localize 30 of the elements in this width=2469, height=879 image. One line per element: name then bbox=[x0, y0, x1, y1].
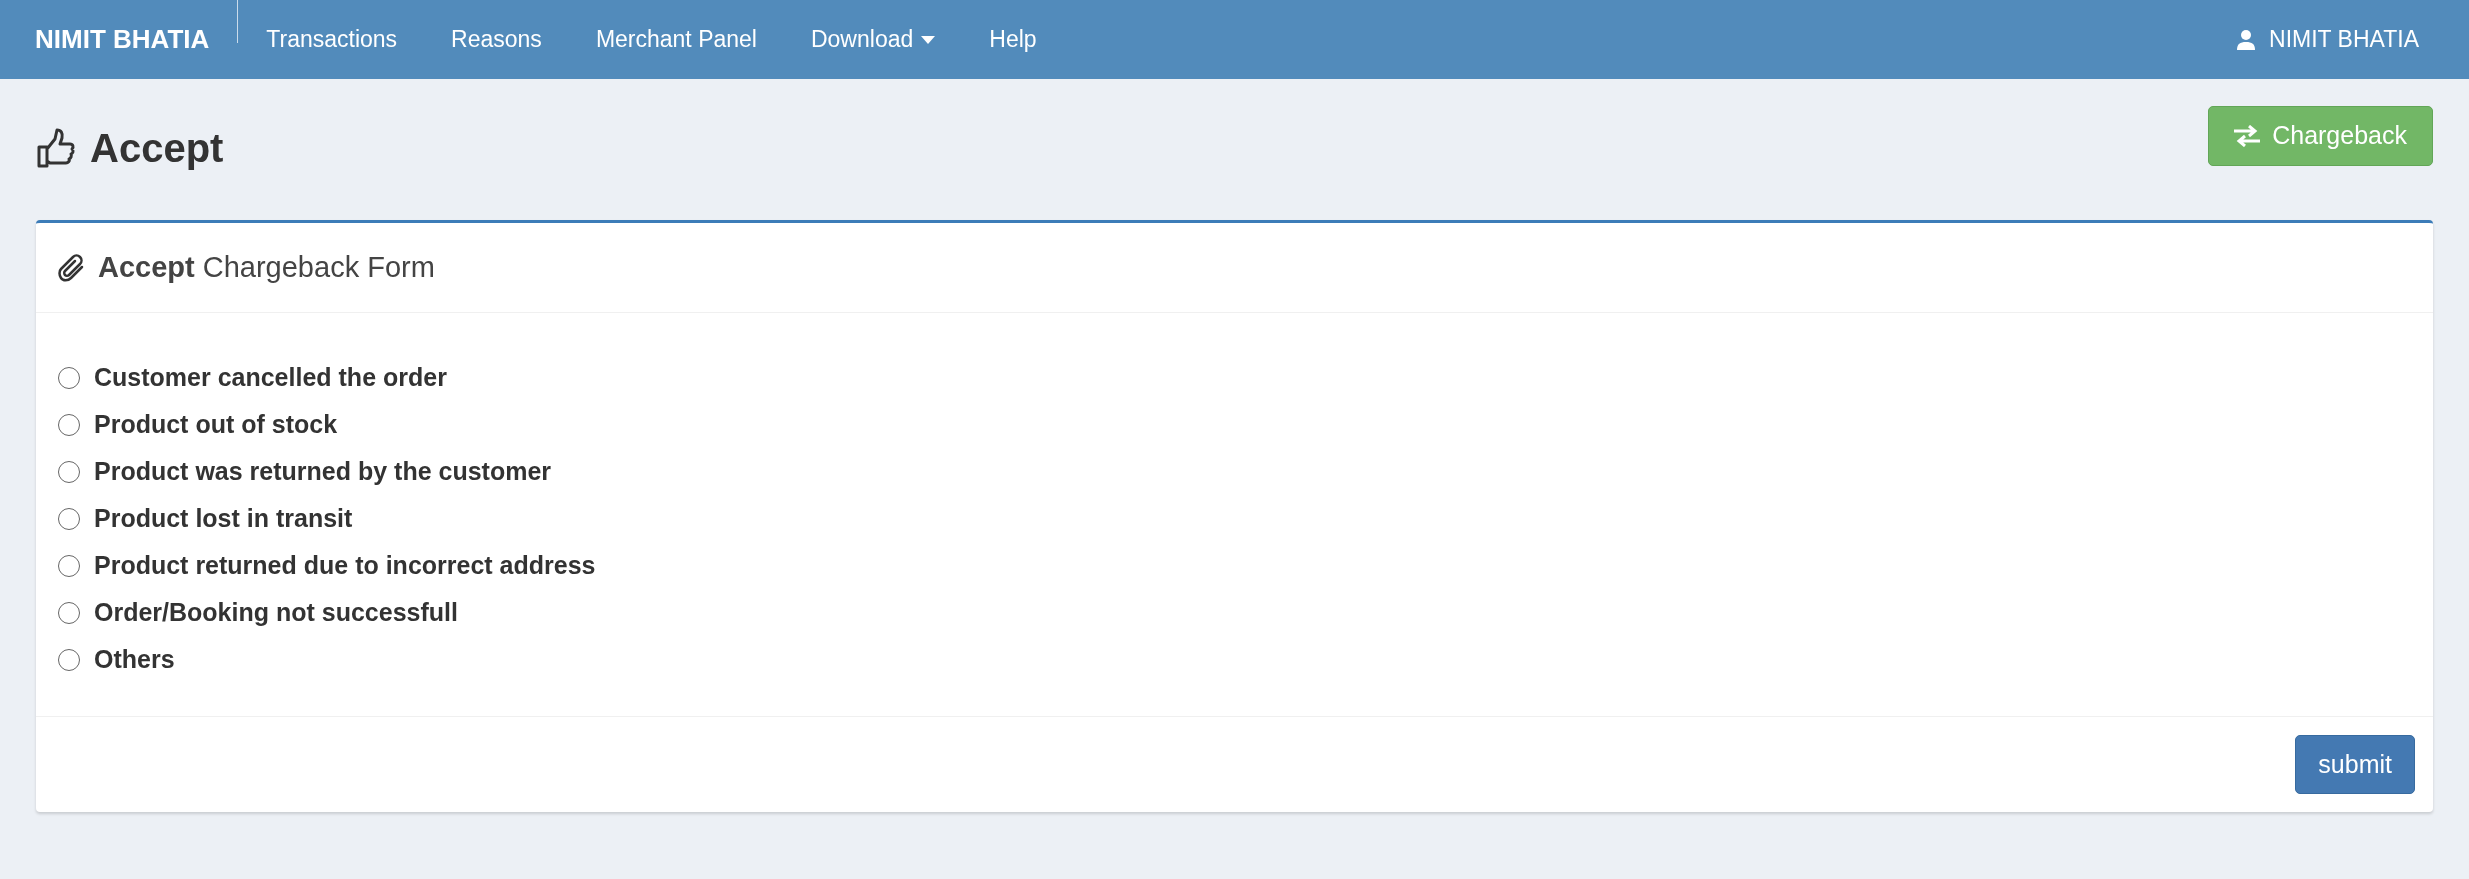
nav-link[interactable]: Help bbox=[989, 22, 1037, 57]
nav-link[interactable]: Reasons bbox=[451, 22, 542, 57]
paperclip-icon bbox=[58, 253, 86, 282]
option-label: Product lost in transit bbox=[94, 502, 353, 534]
option-label: Customer cancelled the order bbox=[94, 361, 447, 393]
radio-button[interactable] bbox=[58, 648, 80, 671]
nav-link[interactable]: Download bbox=[810, 22, 936, 57]
caret-icon bbox=[921, 35, 936, 44]
user-name[interactable]: NIMIT BHATIA bbox=[2269, 22, 2419, 57]
radio-button[interactable] bbox=[58, 507, 80, 530]
form-title: Accept Chargeback Form bbox=[98, 249, 435, 285]
swap-arrows-icon bbox=[2234, 125, 2261, 147]
brand-name[interactable]: NIMIT BHATIA bbox=[35, 20, 238, 59]
radio-button[interactable] bbox=[58, 460, 80, 483]
submit-button[interactable]: submit bbox=[2295, 735, 2415, 794]
user-icon bbox=[2237, 29, 2256, 50]
nav-link[interactable]: Transactions bbox=[266, 22, 398, 57]
radio-button[interactable] bbox=[58, 366, 80, 389]
page-title: Accept bbox=[90, 125, 224, 172]
chargeback-button[interactable]: Chargeback bbox=[2208, 106, 2433, 166]
option-label: Product returned due to incorrect address bbox=[94, 549, 596, 581]
thumbs-up-icon bbox=[36, 127, 76, 169]
option-label: Others bbox=[94, 643, 175, 675]
nav-link[interactable]: Merchant Panel bbox=[595, 22, 757, 57]
radio-button[interactable] bbox=[58, 601, 80, 624]
option-label: Order/Booking not successfull bbox=[94, 596, 458, 628]
option-label: Product was returned by the customer bbox=[94, 455, 552, 487]
radio-button[interactable] bbox=[58, 413, 80, 436]
option-label: Product out of stock bbox=[94, 408, 338, 440]
radio-button[interactable] bbox=[58, 554, 80, 577]
